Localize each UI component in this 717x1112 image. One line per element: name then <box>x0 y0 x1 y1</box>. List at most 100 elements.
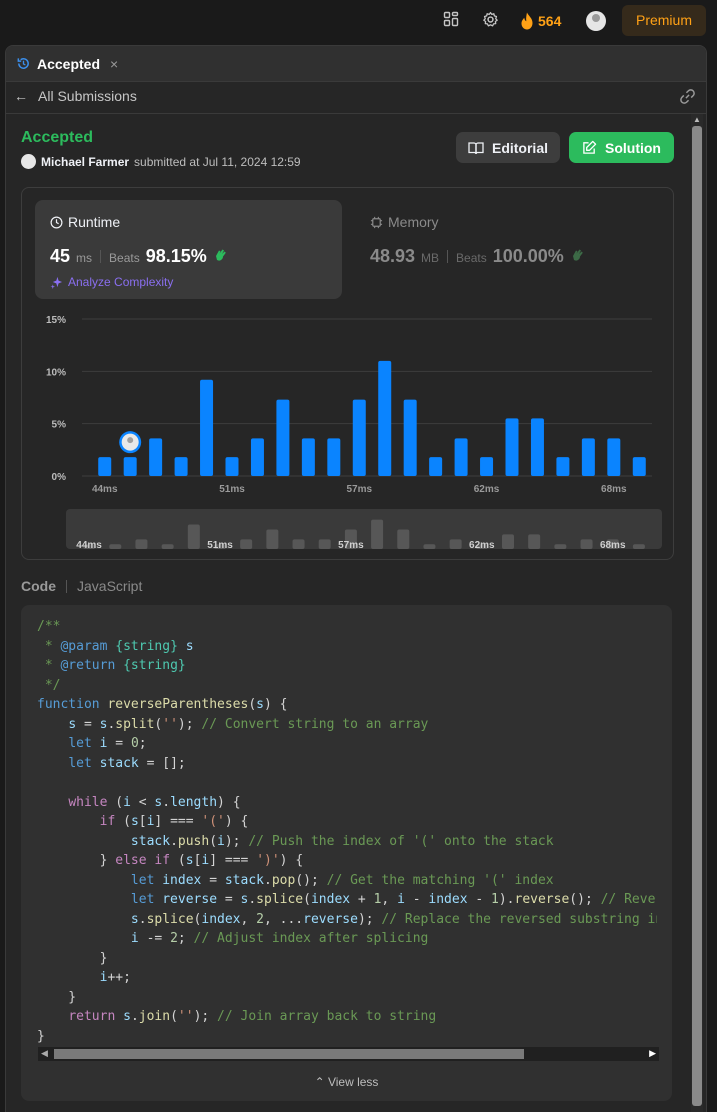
navigator-bar <box>371 519 384 549</box>
submitter-name[interactable]: Michael Farmer <box>41 155 129 169</box>
navigator-bar <box>266 529 279 549</box>
runtime-title: Runtime <box>68 214 121 230</box>
view-less-button[interactable]: ⌃ View less <box>21 1075 672 1089</box>
edit-icon <box>583 140 597 154</box>
scrollbar-thumb[interactable] <box>692 126 702 1106</box>
clap-icon <box>570 248 584 265</box>
streak-counter[interactable]: 564 <box>520 11 561 31</box>
navigator-bar <box>318 539 331 549</box>
layout-icon-svg <box>443 11 459 27</box>
chart-bar[interactable] <box>581 438 595 476</box>
editorial-label: Editorial <box>491 139 548 156</box>
code-viewer[interactable]: /** * @param {string} s * @return {strin… <box>21 605 672 1101</box>
tab-bar: Accepted × <box>6 46 706 82</box>
chart-bar[interactable] <box>327 438 341 476</box>
editorial-button[interactable]: Editorial <box>456 132 560 163</box>
tab-accepted[interactable]: Accepted × <box>16 46 118 81</box>
analyze-complexity-button[interactable]: Analyze Complexity <box>50 275 173 289</box>
all-submissions-link[interactable]: ← All Submissions <box>14 88 137 104</box>
chevrons-up-icon: ⌃ <box>314 1075 325 1089</box>
history-icon <box>17 58 29 69</box>
chart-bar[interactable] <box>378 360 392 476</box>
navigator-bar <box>397 529 410 549</box>
clap-icon-svg <box>572 249 583 261</box>
navigator-bar <box>240 539 253 549</box>
chart-bar[interactable] <box>301 438 315 476</box>
runtime-unit: ms <box>76 251 93 265</box>
y-tick-label: 15% <box>46 315 66 326</box>
memory-card[interactable]: Memory 48.93 MB Beats 100.00% <box>355 200 662 299</box>
runtime-card[interactable]: Runtime 45 ms Beats 98.15% Analyze Compl… <box>35 200 342 299</box>
code-content[interactable]: /** * @param {string} s * @return {strin… <box>37 617 657 1046</box>
chart-bar[interactable] <box>556 457 570 476</box>
scroll-left-arrow-icon[interactable]: ◀ <box>41 1048 48 1059</box>
chart-bar[interactable] <box>454 438 468 476</box>
streak-count: 564 <box>538 13 562 29</box>
chart-bar[interactable] <box>530 418 544 476</box>
x-tick-label: 51ms <box>219 484 245 495</box>
sparkle-icon <box>50 276 63 289</box>
navigator-tick-label: 68ms <box>600 540 626 551</box>
memory-beats-label: Beats <box>456 251 487 265</box>
navigator-bar <box>292 539 305 549</box>
scroll-up-arrow-icon[interactable]: ▲ <box>693 115 701 124</box>
link-icon-svg <box>680 89 695 104</box>
chart-bar[interactable] <box>276 399 290 476</box>
divider <box>100 250 102 263</box>
chart-bar[interactable] <box>632 457 646 476</box>
solution-label: Solution <box>605 139 661 156</box>
navigator-tick-label: 51ms <box>207 540 233 551</box>
navigator-tick-label: 62ms <box>469 540 495 551</box>
layout-icon[interactable] <box>441 11 461 31</box>
runtime-beats-label: Beats <box>109 251 140 265</box>
chart-bar[interactable] <box>98 457 112 476</box>
chart-bar[interactable] <box>403 399 417 476</box>
chart-bar[interactable] <box>480 457 494 476</box>
chart-bar[interactable] <box>225 457 239 476</box>
chart-bar[interactable] <box>200 379 214 476</box>
chip-icon <box>370 216 383 228</box>
memory-beats-value: 100.00% <box>492 246 564 266</box>
code-header: Code JavaScript <box>21 578 142 594</box>
chart-bar[interactable] <box>352 399 366 476</box>
clap-icon-svg <box>215 249 226 261</box>
chart-bar[interactable] <box>174 457 188 476</box>
horizontal-scrollbar[interactable]: ◀ ▶ <box>38 1047 659 1061</box>
chart-bar[interactable] <box>250 438 264 476</box>
scroll-right-arrow-icon[interactable]: ▶ <box>649 1048 656 1059</box>
navigator-bar <box>632 544 645 549</box>
navigator-bar <box>580 539 593 549</box>
horizontal-scrollbar-thumb[interactable] <box>54 1049 524 1059</box>
chart-bar[interactable] <box>505 418 519 476</box>
premium-button[interactable]: Premium <box>622 5 706 36</box>
fire-icon <box>521 12 533 30</box>
all-submissions-label: All Submissions <box>38 88 137 104</box>
settings-gear-icon[interactable] <box>480 11 500 31</box>
y-tick-label: 0% <box>52 472 67 483</box>
navigator-bar <box>187 524 200 549</box>
share-link-icon[interactable] <box>679 88 696 108</box>
gear-icon-svg <box>482 11 498 27</box>
chart-bar[interactable] <box>123 457 137 476</box>
chart-bar[interactable] <box>429 457 443 476</box>
close-icon[interactable]: × <box>110 56 118 72</box>
navigator-bar <box>528 534 541 549</box>
submitter-info: Michael Farmer submitted at Jul 11, 2024… <box>21 154 301 169</box>
clap-icon <box>213 248 227 265</box>
performance-stats: Runtime 45 ms Beats 98.15% Analyze Compl… <box>21 187 674 560</box>
chart-navigator[interactable] <box>66 509 662 549</box>
x-tick-label: 57ms <box>346 484 372 495</box>
runtime-distribution-chart[interactable]: 15% 10% 5% 0% 44ms 51ms 57ms 62ms 68ms 44ms 51ms 57… <box>22 303 673 553</box>
chart-bar[interactable] <box>607 438 621 476</box>
memory-header: Memory <box>370 214 439 230</box>
user-avatar[interactable] <box>586 11 606 31</box>
vertical-scrollbar[interactable]: ▲ <box>691 114 703 1112</box>
navigator-bar <box>161 544 174 549</box>
solution-button[interactable]: Solution <box>569 132 674 163</box>
divider <box>447 250 449 263</box>
navigator-bar <box>502 534 514 549</box>
analyze-label: Analyze Complexity <box>68 275 174 289</box>
memory-unit: MB <box>421 251 440 265</box>
memory-values: 48.93 MB Beats 100.00% <box>370 246 584 267</box>
chart-bar[interactable] <box>149 438 163 476</box>
